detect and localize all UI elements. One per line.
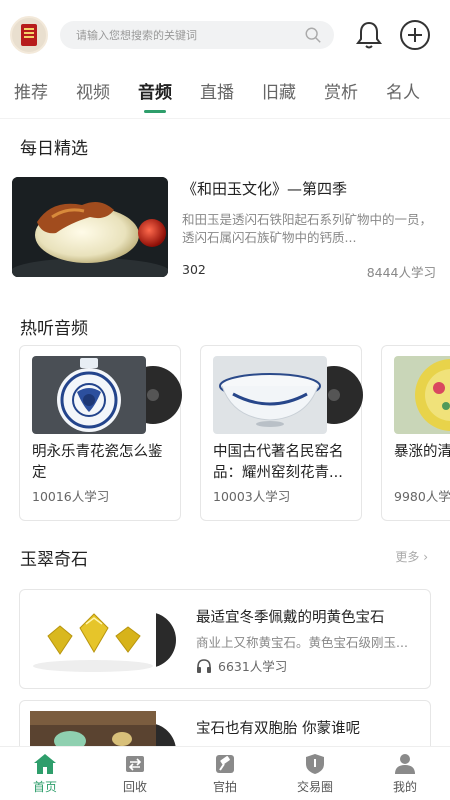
chevron-right-icon: › — [423, 550, 428, 564]
hot-audio-title: 暴涨的清为何会成 — [394, 444, 450, 460]
nav-trade-circle-label: 交易圈 — [296, 779, 333, 794]
jade-item-learners-row: 6631人学习 — [196, 656, 287, 675]
hot-audio-card[interactable]: 明永乐青花瓷怎么鉴定 10016人学习 — [19, 345, 182, 521]
daily-count: 302 — [182, 262, 206, 277]
auction-hammer-icon — [213, 753, 237, 775]
bottom-navigation: 首页 回收 官拍 交易圈 我的 — [0, 746, 450, 800]
tab-recommend[interactable]: 推荐 — [14, 78, 48, 103]
hot-audio-learners: 10003人学习 — [213, 489, 291, 504]
hot-audio-title: 明永乐青花瓷怎么鉴定 — [32, 444, 163, 481]
hot-section-title: 热听音频 — [20, 319, 88, 339]
user-icon — [393, 753, 417, 775]
app-logo[interactable] — [10, 16, 48, 54]
nav-recycle-label: 回收 — [122, 779, 147, 794]
search-input[interactable]: 请输入您想搜索的关键词 — [76, 27, 304, 43]
tab-audio[interactable]: 音频 — [138, 78, 172, 103]
nav-home-label: 首页 — [32, 779, 57, 794]
jade-item-learners: 6631人学习 — [218, 659, 288, 674]
more-label: 更多 — [395, 550, 420, 564]
search-bar[interactable]: 请输入您想搜索的关键词 — [60, 21, 334, 49]
daily-title[interactable]: 《和田玉文化》—第四季 — [182, 178, 347, 199]
home-icon — [33, 753, 57, 775]
tab-celebrity[interactable]: 名人 — [386, 78, 420, 103]
nav-mine[interactable]: 我的 — [360, 747, 450, 800]
daily-thumbnail[interactable] — [12, 177, 168, 277]
hot-audio-title: 中国古代著名民窑名品：耀州窑刻花青... — [213, 444, 344, 481]
tab-live[interactable]: 直播 — [200, 78, 234, 103]
tab-old-collection[interactable]: 旧藏 — [262, 78, 296, 103]
notification-bell-icon[interactable] — [352, 18, 386, 52]
tab-video[interactable]: 视频 — [76, 78, 110, 103]
hot-audio-card[interactable]: 暴涨的清为何会成 9980人学习 — [381, 345, 450, 521]
jade-item-description: 商业上又称黄宝石。黄色宝石级刚玉... — [196, 635, 408, 650]
jade-item-title: 最适宜冬季佩戴的明黄色宝石 — [196, 610, 385, 626]
hot-audio-learners: 9980人学习 — [394, 489, 450, 504]
nav-trade-circle[interactable]: 交易圈 — [270, 747, 360, 800]
recycle-icon — [123, 753, 147, 775]
hot-audio-thumbnail — [213, 356, 327, 434]
more-link[interactable]: 更多 › — [395, 548, 428, 565]
top-header: 请输入您想搜索的关键词 — [0, 0, 450, 70]
jade-section-title: 玉翠奇石 — [20, 550, 88, 570]
nav-auction[interactable]: 官拍 — [180, 747, 270, 800]
search-icon[interactable] — [304, 26, 322, 44]
nav-auction-label: 官拍 — [212, 779, 237, 794]
hot-audio-learners: 10016人学习 — [32, 489, 110, 504]
jade-list-item[interactable]: 最适宜冬季佩戴的明黄色宝石 商业上又称黄宝石。黄色宝石级刚玉... 6631人学… — [19, 589, 431, 689]
hot-audio-thumbnail — [32, 356, 146, 434]
headphones-icon — [197, 658, 211, 673]
daily-learners: 8444人学习 — [366, 265, 436, 280]
tab-appreciation[interactable]: 赏析 — [324, 78, 358, 103]
daily-section-title: 每日精选 — [20, 139, 88, 159]
jade-item-thumbnail — [30, 600, 156, 678]
tab-divider — [0, 118, 450, 119]
nav-recycle[interactable]: 回收 — [90, 747, 180, 800]
daily-description: 和田玉是透闪石铁阳起石系列矿物中的一员，透闪石属闪石族矿物中的钙质... — [182, 212, 432, 245]
hot-audio-thumbnail — [394, 356, 450, 434]
jade-item-title: 宝石也有双胞胎 你蒙谁呢 — [196, 721, 361, 737]
nav-mine-label: 我的 — [392, 779, 417, 794]
add-circle-icon[interactable] — [398, 18, 432, 52]
hot-audio-carousel[interactable]: 明永乐青花瓷怎么鉴定 10016人学习 中国古代著名民窑名品：耀州窑刻花青...… — [19, 345, 450, 523]
shield-icon — [303, 753, 327, 775]
hot-audio-card[interactable]: 中国古代著名民窑名品：耀州窑刻花青... 10003人学习 — [200, 345, 363, 521]
nav-home[interactable]: 首页 — [0, 747, 90, 800]
category-tabs: 推荐 视频 音频 直播 旧藏 赏析 名人 — [0, 68, 450, 112]
